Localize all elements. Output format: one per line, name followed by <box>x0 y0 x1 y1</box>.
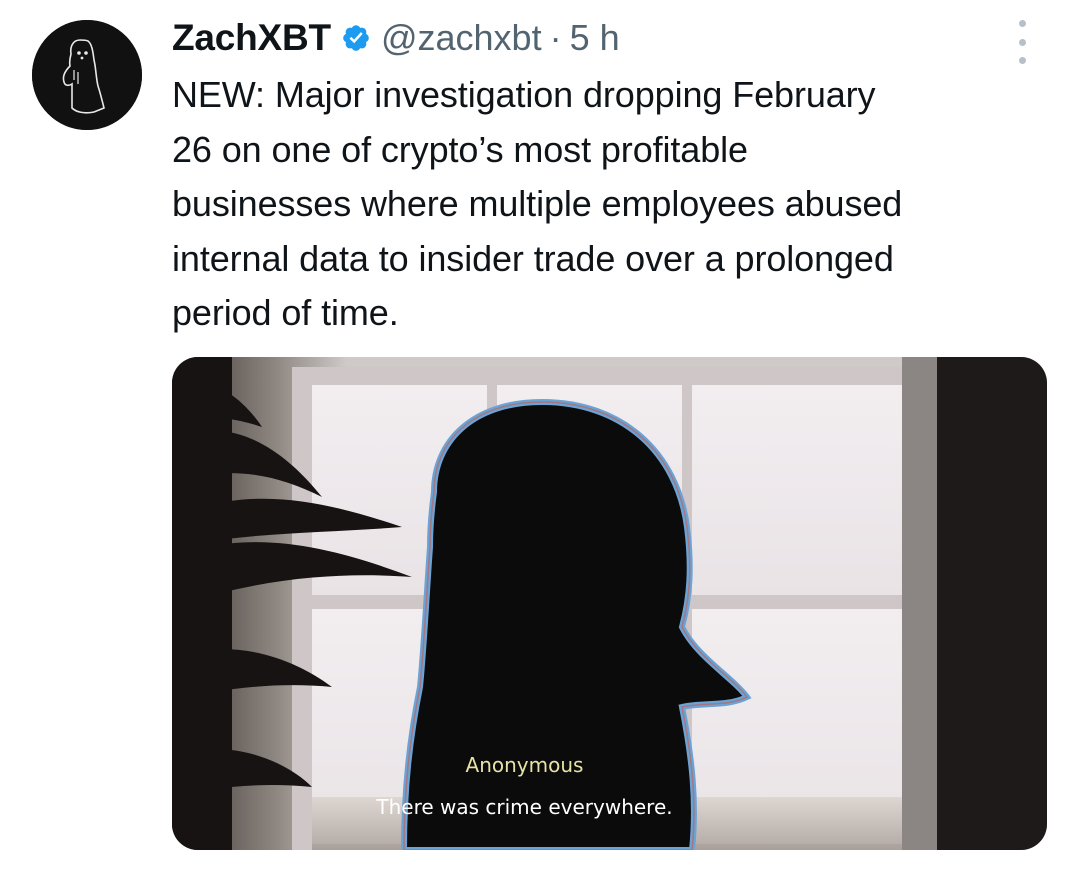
ghost-avatar-icon <box>32 20 142 130</box>
tweet-text: NEW: Major investigation dropping Februa… <box>172 74 903 333</box>
tweet: ZachXBT @zachxbt · 5 h NEW: Major invest… <box>0 0 1080 870</box>
author-handle[interactable]: @zachxbt <box>381 17 542 59</box>
more-vertical-icon[interactable] <box>1004 20 1040 64</box>
separator-dot: · <box>549 17 562 58</box>
tweet-media-image[interactable]: Anonymous There was crime everywhere. <box>172 357 1047 850</box>
verified-badge-icon <box>341 23 371 53</box>
caption-line: There was crime everywhere. <box>376 795 673 819</box>
avatar[interactable] <box>32 20 142 130</box>
timestamp[interactable]: 5 h <box>570 17 620 59</box>
tweet-header: ZachXBT @zachxbt · 5 h <box>172 12 620 64</box>
caption-speaker: Anonymous <box>465 753 584 777</box>
author-name[interactable]: ZachXBT <box>172 17 331 59</box>
